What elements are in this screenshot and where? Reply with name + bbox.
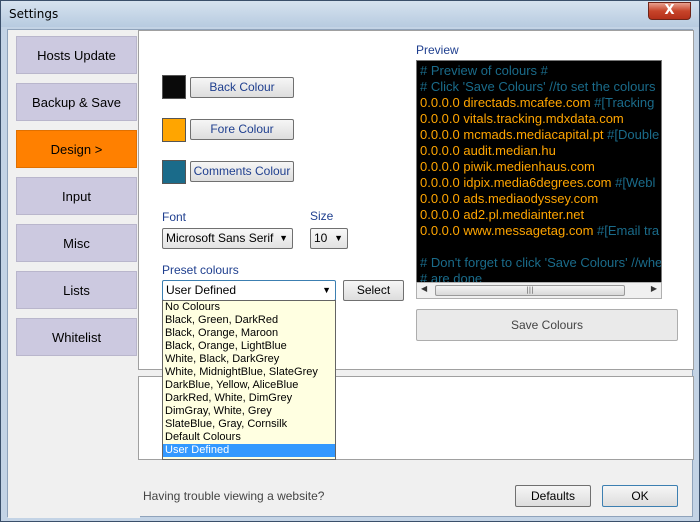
preview-line: # Don't forget to click 'Save Colours' /… [420,255,662,270]
preview-box[interactable]: # Preview of colours # # Click 'Save Colo… [416,60,662,298]
preview-line: 0.0.0.0 piwik.medienhaus.com [420,159,595,174]
preset-option[interactable]: DimGray, White, Grey [163,405,335,418]
preview-host-text: 0.0.0.0 www.messagetag.com [420,223,594,238]
sidebar-item-lists[interactable]: Lists [16,271,137,309]
sidebar: Hosts Update Backup & Save Design > Inpu… [8,30,140,518]
preset-option[interactable]: User Defined [163,444,335,457]
font-select[interactable]: Microsoft Sans Serif ▼ [162,228,293,249]
comments-colour-button[interactable]: Comments Colour [190,161,294,182]
settings-window: Settings X Hosts Update Backup & Save De… [0,0,700,522]
font-label: Font [162,210,187,224]
sidebar-item-whitelist[interactable]: Whitelist [16,318,137,356]
preview-line: 0.0.0.0 ads.mediaodyssey.com [420,191,598,206]
preview-line: # Preview of colours # [420,63,548,78]
preset-option[interactable]: DarkBlue, Yellow, AliceBlue [163,379,335,392]
scrollbar-thumb[interactable]: ||| [435,285,625,296]
preset-select-value: User Defined [166,283,237,297]
sidebar-item-misc[interactable]: Misc [16,224,137,262]
font-select-value: Microsoft Sans Serif [166,231,274,245]
preview-line: 0.0.0.0 idpix.media6degrees.com #[Webl [420,175,655,190]
preview-host-text: 0.0.0.0 audit.median.hu [420,143,556,158]
preset-option[interactable]: Default Colours [163,431,335,444]
preview-host-text: 0.0.0.0 directads.mcafee.com [420,95,591,110]
fore-colour-button[interactable]: Fore Colour [190,119,294,140]
preview-host-text: 0.0.0.0 ads.mediaodyssey.com [420,191,599,206]
fore-colour-swatch [162,118,186,142]
preset-option[interactable]: SlateBlue, Gray, Cornsilk [163,418,335,431]
preview-line: 0.0.0.0 audit.median.hu [420,143,556,158]
window-title: Settings [9,7,59,21]
preview-host-text: 0.0.0.0 vitals.tracking.mdxdata.com [420,111,624,126]
preview-tail-comment: #[Tracking [590,95,655,110]
scroll-right-icon[interactable]: ▶ [651,284,657,293]
size-label: Size [310,209,334,223]
preview-line: 0.0.0.0 mcmads.mediacapital.pt #[Double [420,127,659,142]
preset-option[interactable]: No Colours [163,301,335,314]
sidebar-item-backup-save[interactable]: Backup & Save [16,83,137,121]
preset-option[interactable]: Black, Orange, LightBlue [163,340,335,353]
trouble-text: Having trouble viewing a website? [143,489,325,503]
back-colour-swatch [162,75,186,99]
chevron-down-icon: ▼ [322,285,331,295]
preview-line: 0.0.0.0 directads.mcafee.com #[Tracking [420,95,654,110]
preset-colours-dropdown[interactable]: No Colours Black, Green, DarkRed Black, Or… [162,300,336,460]
select-button[interactable]: Select [343,280,404,301]
preview-tail-comment: #[Webl [611,175,656,190]
preview-comment-text: # Don't forget to click 'Save Colours' /… [420,255,662,270]
defaults-button[interactable]: Defaults [515,485,591,507]
preview-host-text: 0.0.0.0 ad2.pl.mediainter.net [420,207,585,222]
preview-line: 0.0.0.0 ad2.pl.mediainter.net [420,207,584,222]
preview-host-text: 0.0.0.0 piwik.medienhaus.com [420,159,595,174]
preview-horizontal-scrollbar[interactable]: ◀ ||| ▶ [416,282,662,299]
preview-line: # Click 'Save Colours' //to set the colo… [420,79,655,94]
chevron-down-icon: ▼ [334,233,343,243]
preset-colours-label: Preset colours [162,263,239,277]
preset-option[interactable]: Black, Green, DarkRed [163,314,335,327]
preview-tail-comment: #[Email tra [593,223,660,238]
preview-comment-text: # Preview of colours # [420,63,548,78]
sidebar-item-design[interactable]: Design > [16,130,137,168]
size-select[interactable]: 10 ▼ [310,228,348,249]
scroll-left-icon[interactable]: ◀ [421,284,427,293]
preview-tail-comment: #[Double [603,127,660,142]
title-bar: Settings X [1,1,699,27]
client-area: Hosts Update Backup & Save Design > Inpu… [7,29,694,518]
chevron-down-icon: ▼ [279,233,288,243]
preview-line: 0.0.0.0 vitals.tracking.mdxdata.com [420,111,624,126]
preview-host-text: 0.0.0.0 mcmads.mediacapital.pt [420,127,604,142]
close-button[interactable]: X [648,2,691,20]
preview-host-text: 0.0.0.0 idpix.media6degrees.com [420,175,612,190]
save-colours-button[interactable]: Save Colours [416,309,678,341]
preset-option[interactable]: White, MidnightBlue, SlateGrey [163,366,335,379]
preset-option[interactable]: DarkRed, White, DimGrey [163,392,335,405]
sidebar-item-hosts-update[interactable]: Hosts Update [16,36,137,74]
back-colour-button[interactable]: Back Colour [190,77,294,98]
ok-button[interactable]: OK [602,485,678,507]
preset-option[interactable]: Black, Orange, Maroon [163,327,335,340]
preview-comment-text: # Click 'Save Colours' //to set the colo… [420,79,656,94]
preset-colours-select[interactable]: User Defined ▼ [162,280,336,301]
preset-option[interactable]: White, Black, DarkGrey [163,353,335,366]
size-select-value: 10 [314,231,328,245]
preview-label: Preview [416,43,459,57]
sidebar-item-input[interactable]: Input [16,177,137,215]
preview-line: 0.0.0.0 www.messagetag.com #[Email tra [420,223,659,238]
comments-colour-swatch [162,160,186,184]
